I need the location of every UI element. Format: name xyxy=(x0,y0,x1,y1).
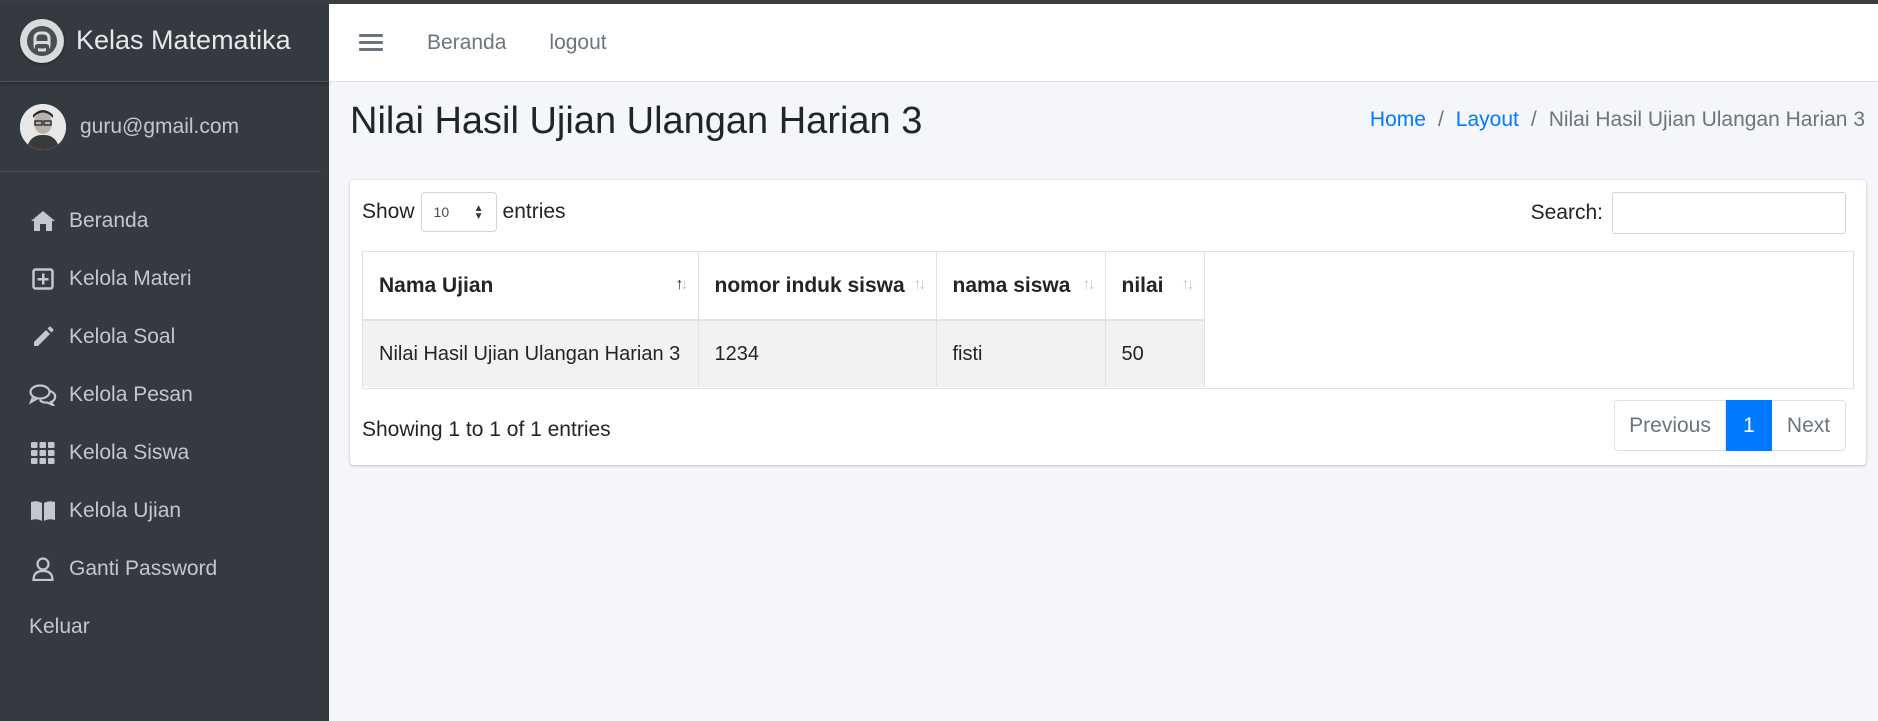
menu-toggle-icon[interactable] xyxy=(359,31,383,55)
table-header-row: Nama Ujian ↑↓ nomor induk siswa ↑↓ nama … xyxy=(363,252,1205,321)
breadcrumb-separator: / xyxy=(1437,108,1444,131)
pagination: Previous 1 Next xyxy=(1614,400,1846,451)
sidebar-item-beranda[interactable]: Beranda xyxy=(0,192,329,250)
search-control: Search: xyxy=(1531,192,1846,234)
sidebar-item-keluar[interactable]: Keluar xyxy=(0,598,329,656)
sidebar-item-kelola-ujian[interactable]: Kelola Ujian xyxy=(0,482,329,540)
grid-icon xyxy=(29,439,57,467)
avatar xyxy=(20,103,66,150)
sidebar-item-label: Keluar xyxy=(29,615,90,638)
sort-icon: ↑↓ xyxy=(1082,276,1096,293)
sidebar-item-label: Ganti Password xyxy=(69,557,218,580)
brand-title: Kelas Matematika xyxy=(76,25,291,55)
breadcrumb: Home / Layout / Nilai Hasil Ujian Ulanga… xyxy=(1370,108,1865,132)
page-title: Nilai Hasil Ujian Ulangan Harian 3 xyxy=(350,100,923,142)
plus-square-icon xyxy=(29,265,57,293)
table-row: Nilai Hasil Ujian Ulangan Harian 3 1234 … xyxy=(363,320,1205,387)
data-table: Nama Ujian ↑↓ nomor induk siswa ↑↓ nama … xyxy=(363,252,1205,387)
sidebar-item-label: Beranda xyxy=(69,209,149,232)
select-arrows-icon: ▲ ▼ xyxy=(473,203,484,222)
sidebar-item-label: Kelola Soal xyxy=(69,325,176,348)
user-panel[interactable]: guru@gmail.com xyxy=(0,82,321,172)
search-input[interactable] xyxy=(1612,192,1846,234)
table-info: Showing 1 to 1 of 1 entries xyxy=(362,418,611,441)
column-header-label: Nama Ujian xyxy=(379,273,494,297)
brand-logo-icon xyxy=(20,18,64,63)
table-cell: fisti xyxy=(936,320,1106,387)
table-cell: 50 xyxy=(1105,320,1205,387)
user-email: guru@gmail.com xyxy=(80,114,240,138)
column-header-label: nilai xyxy=(1121,273,1164,297)
user-icon xyxy=(29,555,57,583)
brand-link[interactable]: Kelas Matematika xyxy=(0,0,329,82)
sidebar-nav: Beranda Kelola Materi Kelola Soal Kelola… xyxy=(0,172,329,656)
entries-label: entries xyxy=(502,200,566,223)
search-label: Search: xyxy=(1530,201,1603,224)
show-entries-control: Show 10 ▲ ▼ entries xyxy=(362,192,566,232)
show-label: Show xyxy=(362,200,415,223)
sidebar-item-kelola-siswa[interactable]: Kelola Siswa xyxy=(0,424,329,482)
sidebar-item-label: Kelola Ujian xyxy=(69,499,182,522)
column-header-label: nomor induk siswa xyxy=(714,273,905,297)
comments-icon xyxy=(29,381,57,409)
table-cell: Nilai Hasil Ujian Ulangan Harian 3 xyxy=(363,320,699,387)
entries-select[interactable]: 10 ▲ ▼ xyxy=(420,192,497,232)
nav-link-beranda[interactable]: Beranda xyxy=(427,31,506,55)
sort-icon: ↑↓ xyxy=(913,276,927,293)
results-card: Show 10 ▲ ▼ entries Search: Nama Ujian ↑↓… xyxy=(350,180,1866,465)
window-top-border xyxy=(0,0,1878,4)
sidebar-item-ganti-password[interactable]: Ganti Password xyxy=(0,540,329,598)
breadcrumb-layout[interactable]: Layout xyxy=(1456,108,1519,132)
home-icon xyxy=(29,207,57,235)
pencil-icon xyxy=(29,323,57,351)
data-table-wrapper: Nama Ujian ↑↓ nomor induk siswa ↑↓ nama … xyxy=(362,251,1854,389)
table-cell: 1234 xyxy=(698,320,937,387)
sidebar-item-kelola-materi[interactable]: Kelola Materi xyxy=(0,250,329,308)
sort-icon: ↑↓ xyxy=(1181,276,1195,293)
previous-button[interactable]: Previous xyxy=(1614,400,1726,451)
breadcrumb-separator: / xyxy=(1530,108,1537,131)
nav-link-logout[interactable]: logout xyxy=(549,31,606,55)
sidebar-item-label: Kelola Materi xyxy=(69,267,192,290)
sidebar: Kelas Matematika guru@gmail.com Beranda xyxy=(0,0,329,721)
breadcrumb-current: Nilai Hasil Ujian Ulangan Harian 3 xyxy=(1548,108,1865,131)
book-icon xyxy=(29,497,57,525)
breadcrumb-home[interactable]: Home xyxy=(1370,108,1426,132)
column-header-nama-siswa[interactable]: nama siswa ↑↓ xyxy=(936,252,1106,321)
page-1-button[interactable]: 1 xyxy=(1726,400,1772,451)
sidebar-item-label: Kelola Siswa xyxy=(69,441,190,464)
top-navbar: Beranda logout xyxy=(329,4,1878,82)
next-button[interactable]: Next xyxy=(1772,400,1846,451)
column-header-label: nama siswa xyxy=(952,273,1071,297)
column-header-nilai[interactable]: nilai ↑↓ xyxy=(1105,252,1205,321)
column-header-nomor-induk-siswa[interactable]: nomor induk siswa ↑↓ xyxy=(698,252,937,321)
column-header-nama-ujian[interactable]: Nama Ujian ↑↓ xyxy=(363,252,699,321)
sidebar-item-kelola-soal[interactable]: Kelola Soal xyxy=(0,308,329,366)
sort-asc-icon: ↑↓ xyxy=(675,276,689,293)
entries-select-value: 10 xyxy=(433,204,450,220)
sidebar-item-kelola-pesan[interactable]: Kelola Pesan xyxy=(0,366,329,424)
sidebar-item-label: Kelola Pesan xyxy=(69,383,193,406)
